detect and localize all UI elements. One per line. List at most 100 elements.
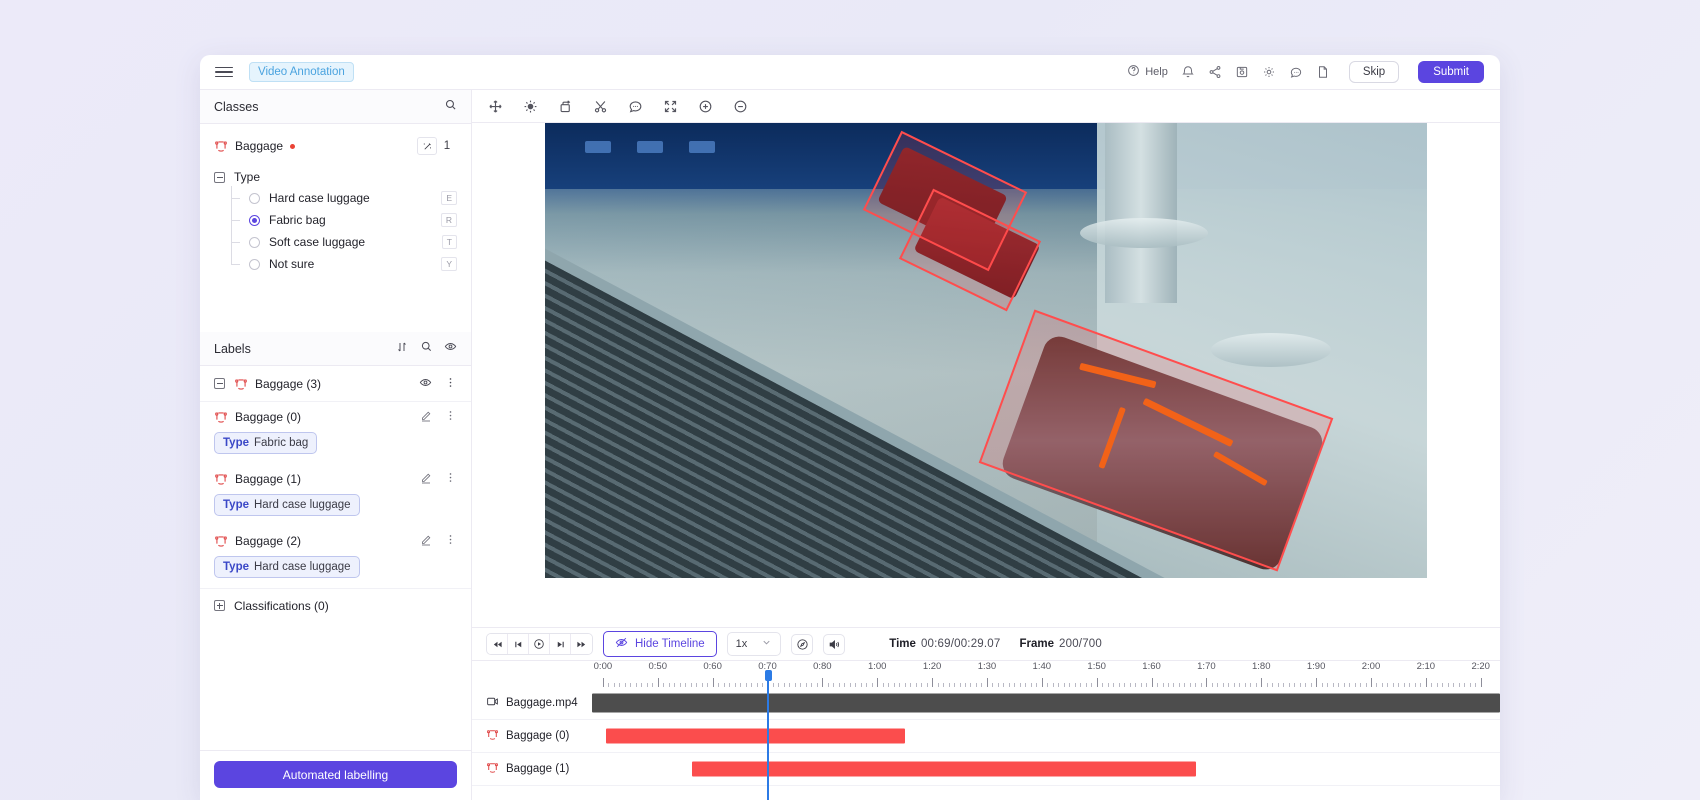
time-label: Time xyxy=(889,638,916,650)
help-button[interactable]: Help xyxy=(1127,64,1168,80)
canvas-stage[interactable] xyxy=(472,123,1500,627)
track-label: Baggage.mp4 xyxy=(472,695,592,711)
option-fabric-bag[interactable]: Fabric bag R xyxy=(231,210,457,230)
skip-forward-icon[interactable] xyxy=(571,634,592,654)
transport-buttons xyxy=(486,633,593,655)
canvas-toolbar xyxy=(472,90,1500,123)
label-item-attributes: Type Fabric bag xyxy=(200,432,471,464)
hide-timeline-button[interactable]: Hide Timeline xyxy=(603,631,717,657)
timeline-track-baggage-1[interactable]: Baggage (1) xyxy=(472,753,1500,786)
compass-icon[interactable] xyxy=(791,634,813,655)
track-area[interactable] xyxy=(592,687,1500,719)
share-icon[interactable] xyxy=(1208,65,1222,79)
automated-labelling-button[interactable]: Automated labelling xyxy=(214,761,457,788)
radio-icon[interactable] xyxy=(249,237,260,248)
attribute-chip[interactable]: Type Fabric bag xyxy=(214,432,317,454)
zoom-out-icon[interactable] xyxy=(733,99,748,114)
more-options-icon[interactable] xyxy=(444,471,457,487)
submit-button[interactable]: Submit xyxy=(1418,61,1484,83)
magic-wand-icon[interactable] xyxy=(417,137,437,155)
timeline-track-baggage-0[interactable]: Baggage (0) xyxy=(472,720,1500,753)
skip-button[interactable]: Skip xyxy=(1349,61,1399,83)
play-icon[interactable] xyxy=(529,634,550,654)
radio-icon[interactable] xyxy=(249,215,260,226)
track-area[interactable] xyxy=(592,720,1500,752)
eye-icon[interactable] xyxy=(444,340,457,358)
option-hard-case-luggage[interactable]: Hard case luggage E xyxy=(231,188,457,208)
eye-icon[interactable] xyxy=(419,376,432,392)
option-soft-case-luggage[interactable]: Soft case luggage T xyxy=(231,232,457,252)
option-label: Hard case luggage xyxy=(269,191,370,205)
more-options-icon[interactable] xyxy=(444,376,457,392)
move-icon[interactable] xyxy=(488,99,503,114)
file-icon[interactable] xyxy=(1316,65,1330,79)
tab-video-annotation[interactable]: Video Annotation xyxy=(249,62,354,82)
fullscreen-icon[interactable] xyxy=(663,99,678,114)
search-icon[interactable] xyxy=(444,98,457,116)
zoom-in-icon[interactable] xyxy=(698,99,713,114)
label-item-name: Baggage (1) xyxy=(235,472,301,486)
attribute-group-type[interactable]: Type xyxy=(214,170,457,184)
more-options-icon[interactable] xyxy=(444,409,457,425)
timeline-panel[interactable]: 0:000:500:600:700:801:001:201:301:401:50… xyxy=(472,660,1500,800)
track-area[interactable] xyxy=(592,753,1500,785)
label-item-name: Baggage (2) xyxy=(235,534,301,548)
timeline-playhead[interactable] xyxy=(767,679,769,800)
bbox-icon xyxy=(486,728,499,744)
classifications-row[interactable]: Classifications (0) xyxy=(200,588,471,622)
class-row-baggage[interactable]: Baggage 1 xyxy=(214,134,457,158)
step-forward-icon[interactable] xyxy=(550,634,571,654)
attribute-chip[interactable]: Type Hard case luggage xyxy=(214,494,360,516)
expand-icon[interactable] xyxy=(214,600,225,611)
skip-back-icon[interactable] xyxy=(487,634,508,654)
search-icon[interactable] xyxy=(420,340,433,358)
duplicate-icon[interactable] xyxy=(558,99,573,114)
gear-icon[interactable] xyxy=(1262,65,1276,79)
required-indicator xyxy=(290,144,295,149)
edit-icon[interactable] xyxy=(420,410,432,425)
timeline-track-video[interactable]: Baggage.mp4 xyxy=(472,687,1500,720)
timeline-tick-label: 0:60 xyxy=(703,661,722,672)
option-not-sure[interactable]: Not sure Y xyxy=(231,254,457,274)
timeline-tick-label: 1:80 xyxy=(1252,661,1271,672)
label-group-baggage[interactable]: Baggage (3) xyxy=(200,366,471,402)
sort-icon[interactable] xyxy=(396,340,408,358)
step-back-icon[interactable] xyxy=(508,634,529,654)
radio-icon[interactable] xyxy=(249,259,260,270)
annotation-clip-bar[interactable] xyxy=(606,729,906,744)
more-options-icon[interactable] xyxy=(444,533,457,549)
label-group-name: Baggage (3) xyxy=(255,377,321,391)
brightness-icon[interactable] xyxy=(523,99,538,114)
edit-icon[interactable] xyxy=(420,472,432,487)
timeline-tick-label: 1:40 xyxy=(1033,661,1052,672)
bbox-icon xyxy=(234,377,248,391)
timeline-tick-label: 0:50 xyxy=(649,661,668,672)
bbox-icon xyxy=(214,410,228,424)
radio-icon[interactable] xyxy=(249,193,260,204)
main-area: Hide Timeline 1x xyxy=(472,90,1500,800)
list-item[interactable]: Baggage (1) xyxy=(200,464,471,494)
playback-speed-select[interactable]: 1x xyxy=(727,632,782,656)
volume-icon[interactable] xyxy=(823,634,845,655)
video-canvas[interactable] xyxy=(545,123,1427,578)
classes-panel-header: Classes xyxy=(200,90,471,124)
attribute-value: Hard case luggage xyxy=(254,561,351,573)
list-item[interactable]: Baggage (2) xyxy=(200,526,471,556)
attribute-chip[interactable]: Type Hard case luggage xyxy=(214,556,360,578)
pillar-base-ring xyxy=(1080,218,1208,248)
comment-icon[interactable] xyxy=(1289,65,1303,79)
collapse-icon[interactable] xyxy=(214,378,225,389)
save-icon[interactable] xyxy=(1235,65,1249,79)
top-bar-actions: Help xyxy=(1127,61,1488,83)
hamburger-icon[interactable] xyxy=(215,67,233,78)
collapse-icon[interactable] xyxy=(214,172,225,183)
video-clip-bar[interactable] xyxy=(592,694,1500,713)
automated-labelling-container: Automated labelling xyxy=(200,750,471,800)
timeline-tick-label: 2:00 xyxy=(1362,661,1381,672)
bell-icon[interactable] xyxy=(1181,65,1195,79)
edit-icon[interactable] xyxy=(420,534,432,549)
timeline-ruler[interactable]: 0:000:500:600:700:801:001:201:301:401:50… xyxy=(592,661,1500,687)
list-item[interactable]: Baggage (0) xyxy=(200,402,471,432)
cut-icon[interactable] xyxy=(593,99,608,114)
comment-icon[interactable] xyxy=(628,99,643,114)
